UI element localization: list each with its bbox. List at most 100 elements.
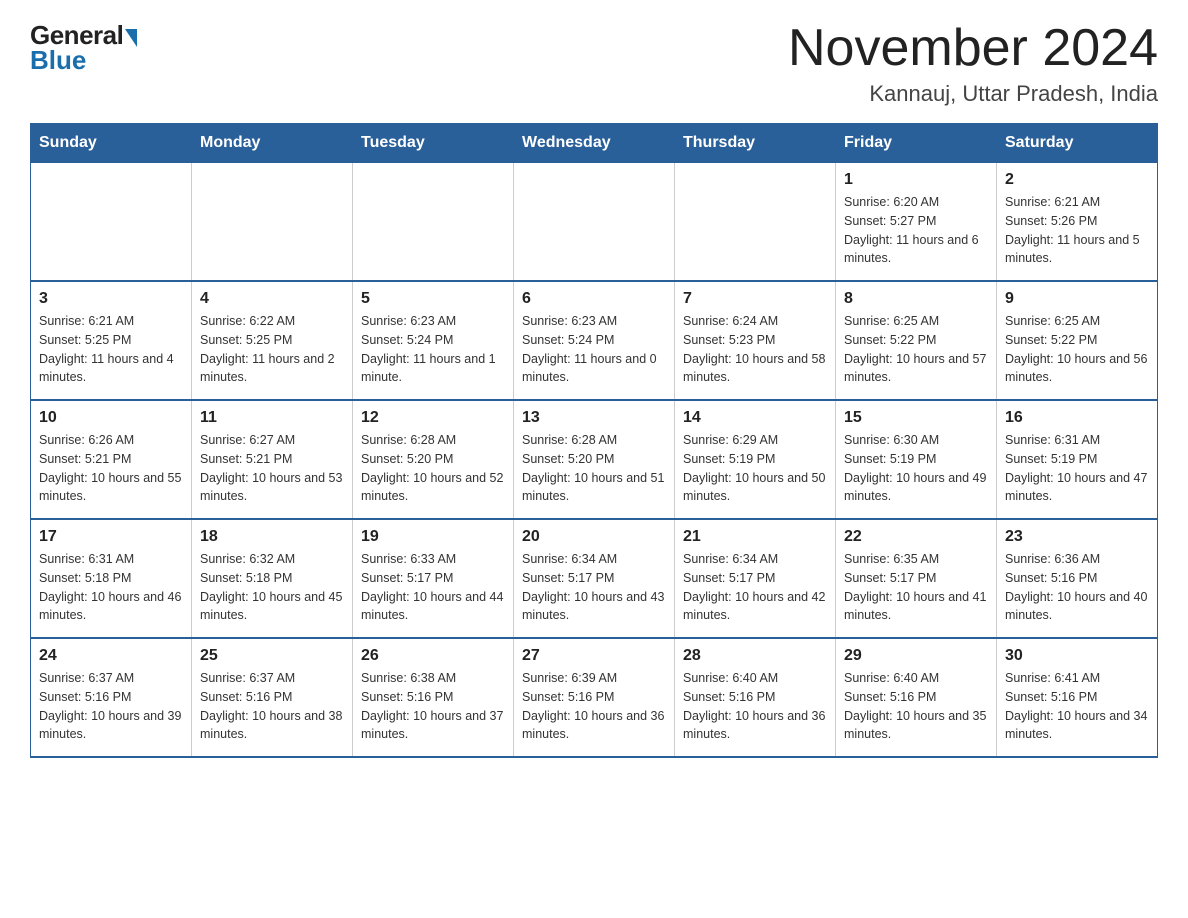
calendar-cell: 25 Sunrise: 6:37 AMSunset: 5:16 PMDayligh… [192, 638, 353, 757]
day-number: 21 [683, 528, 827, 546]
day-info: Sunrise: 6:34 AMSunset: 5:17 PMDaylight:… [683, 550, 827, 625]
calendar-week-row: 10 Sunrise: 6:26 AMSunset: 5:21 PMDayligh… [31, 400, 1158, 519]
calendar-cell: 14 Sunrise: 6:29 AMSunset: 5:19 PMDayligh… [675, 400, 836, 519]
calendar-cell: 1Sunrise: 6:20 AMSunset: 5:27 PMDaylight… [836, 163, 997, 282]
calendar-cell: 26 Sunrise: 6:38 AMSunset: 5:16 PMDayligh… [353, 638, 514, 757]
weekday-header-saturday: Saturday [997, 124, 1158, 163]
logo-blue-text: Blue [30, 45, 86, 76]
weekday-header-monday: Monday [192, 124, 353, 163]
calendar-cell [514, 163, 675, 282]
calendar-cell: 6 Sunrise: 6:23 AMSunset: 5:24 PMDaylight… [514, 281, 675, 400]
calendar-cell: 28Sunrise: 6:40 AMSunset: 5:16 PMDayligh… [675, 638, 836, 757]
day-info: Sunrise: 6:23 AMSunset: 5:24 PMDaylight:… [361, 312, 505, 387]
day-number: 16 [1005, 409, 1149, 427]
calendar-cell: 4 Sunrise: 6:22 AMSunset: 5:25 PMDaylight… [192, 281, 353, 400]
calendar-cell: 23 Sunrise: 6:36 AMSunset: 5:16 PMDayligh… [997, 519, 1158, 638]
day-info: Sunrise: 6:33 AMSunset: 5:17 PMDaylight:… [361, 550, 505, 625]
day-info: Sunrise: 6:25 AMSunset: 5:22 PMDaylight:… [844, 312, 988, 387]
weekday-header-tuesday: Tuesday [353, 124, 514, 163]
day-info: Sunrise: 6:28 AMSunset: 5:20 PMDaylight:… [522, 431, 666, 506]
calendar-cell: 19 Sunrise: 6:33 AMSunset: 5:17 PMDayligh… [353, 519, 514, 638]
day-info: Sunrise: 6:31 AMSunset: 5:18 PMDaylight:… [39, 550, 183, 625]
day-info: Sunrise: 6:28 AMSunset: 5:20 PMDaylight:… [361, 431, 505, 506]
calendar-cell: 16 Sunrise: 6:31 AMSunset: 5:19 PMDayligh… [997, 400, 1158, 519]
day-info: Sunrise: 6:23 AMSunset: 5:24 PMDaylight:… [522, 312, 666, 387]
calendar-cell: 10 Sunrise: 6:26 AMSunset: 5:21 PMDayligh… [31, 400, 192, 519]
logo-arrow-icon [125, 29, 137, 47]
title-area: November 2024 Kannauj, Uttar Pradesh, In… [788, 20, 1158, 107]
day-info: Sunrise: 6:30 AMSunset: 5:19 PMDaylight:… [844, 431, 988, 506]
day-info: Sunrise: 6:21 AMSunset: 5:25 PMDaylight:… [39, 312, 183, 387]
calendar-week-row: 3 Sunrise: 6:21 AMSunset: 5:25 PMDaylight… [31, 281, 1158, 400]
calendar-cell [192, 163, 353, 282]
day-number: 5 [361, 290, 505, 308]
location-subtitle: Kannauj, Uttar Pradesh, India [788, 81, 1158, 107]
day-number: 8 [844, 290, 988, 308]
day-info: Sunrise: 6:31 AMSunset: 5:19 PMDaylight:… [1005, 431, 1149, 506]
header: General Blue November 2024 Kannauj, Utta… [30, 20, 1158, 107]
calendar-cell: 15 Sunrise: 6:30 AMSunset: 5:19 PMDayligh… [836, 400, 997, 519]
calendar-cell: 9Sunrise: 6:25 AMSunset: 5:22 PMDaylight… [997, 281, 1158, 400]
day-info: Sunrise: 6:37 AMSunset: 5:16 PMDaylight:… [200, 669, 344, 744]
day-number: 6 [522, 290, 666, 308]
day-info: Sunrise: 6:36 AMSunset: 5:16 PMDaylight:… [1005, 550, 1149, 625]
day-info: Sunrise: 6:38 AMSunset: 5:16 PMDaylight:… [361, 669, 505, 744]
day-number: 13 [522, 409, 666, 427]
calendar-cell: 21 Sunrise: 6:34 AMSunset: 5:17 PMDayligh… [675, 519, 836, 638]
calendar-cell: 24Sunrise: 6:37 AMSunset: 5:16 PMDayligh… [31, 638, 192, 757]
day-number: 26 [361, 647, 505, 665]
calendar-cell [31, 163, 192, 282]
calendar-cell: 11 Sunrise: 6:27 AMSunset: 5:21 PMDayligh… [192, 400, 353, 519]
weekday-header-thursday: Thursday [675, 124, 836, 163]
day-number: 25 [200, 647, 344, 665]
day-number: 22 [844, 528, 988, 546]
day-number: 14 [683, 409, 827, 427]
day-info: Sunrise: 6:39 AMSunset: 5:16 PMDaylight:… [522, 669, 666, 744]
day-number: 3 [39, 290, 183, 308]
day-number: 12 [361, 409, 505, 427]
calendar-week-row: 1Sunrise: 6:20 AMSunset: 5:27 PMDaylight… [31, 163, 1158, 282]
day-number: 15 [844, 409, 988, 427]
day-number: 11 [200, 409, 344, 427]
day-number: 19 [361, 528, 505, 546]
calendar-cell: 2Sunrise: 6:21 AMSunset: 5:26 PMDaylight… [997, 163, 1158, 282]
day-number: 24 [39, 647, 183, 665]
day-number: 18 [200, 528, 344, 546]
day-info: Sunrise: 6:40 AMSunset: 5:16 PMDaylight:… [683, 669, 827, 744]
logo: General Blue [30, 20, 137, 76]
calendar-cell: 22Sunrise: 6:35 AMSunset: 5:17 PMDayligh… [836, 519, 997, 638]
calendar-week-row: 17Sunrise: 6:31 AMSunset: 5:18 PMDayligh… [31, 519, 1158, 638]
weekday-header-wednesday: Wednesday [514, 124, 675, 163]
calendar-cell: 20Sunrise: 6:34 AMSunset: 5:17 PMDayligh… [514, 519, 675, 638]
calendar-cell: 27Sunrise: 6:39 AMSunset: 5:16 PMDayligh… [514, 638, 675, 757]
day-number: 23 [1005, 528, 1149, 546]
weekday-header-sunday: Sunday [31, 124, 192, 163]
day-info: Sunrise: 6:41 AMSunset: 5:16 PMDaylight:… [1005, 669, 1149, 744]
calendar-cell [675, 163, 836, 282]
day-info: Sunrise: 6:25 AMSunset: 5:22 PMDaylight:… [1005, 312, 1149, 387]
day-number: 4 [200, 290, 344, 308]
calendar-cell [353, 163, 514, 282]
calendar-cell: 13 Sunrise: 6:28 AMSunset: 5:20 PMDayligh… [514, 400, 675, 519]
calendar-cell: 30 Sunrise: 6:41 AMSunset: 5:16 PMDayligh… [997, 638, 1158, 757]
calendar-cell: 17Sunrise: 6:31 AMSunset: 5:18 PMDayligh… [31, 519, 192, 638]
calendar-cell: 7Sunrise: 6:24 AMSunset: 5:23 PMDaylight… [675, 281, 836, 400]
calendar-cell: 5 Sunrise: 6:23 AMSunset: 5:24 PMDaylight… [353, 281, 514, 400]
day-info: Sunrise: 6:29 AMSunset: 5:19 PMDaylight:… [683, 431, 827, 506]
day-info: Sunrise: 6:21 AMSunset: 5:26 PMDaylight:… [1005, 193, 1149, 268]
calendar-cell: 12 Sunrise: 6:28 AMSunset: 5:20 PMDayligh… [353, 400, 514, 519]
day-number: 10 [39, 409, 183, 427]
calendar-cell: 29Sunrise: 6:40 AMSunset: 5:16 PMDayligh… [836, 638, 997, 757]
calendar-week-row: 24 Sunrise: 6:37 AMSunset: 5:16 PMDayligh… [31, 638, 1158, 757]
calendar-cell: 18 Sunrise: 6:32 AMSunset: 5:18 PMDayligh… [192, 519, 353, 638]
calendar-cell: 3 Sunrise: 6:21 AMSunset: 5:25 PMDaylight… [31, 281, 192, 400]
day-info: Sunrise: 6:26 AMSunset: 5:21 PMDaylight:… [39, 431, 183, 506]
day-info: Sunrise: 6:27 AMSunset: 5:21 PMDaylight:… [200, 431, 344, 506]
weekday-header-friday: Friday [836, 124, 997, 163]
calendar-table: SundayMondayTuesdayWednesdayThursdayFrid… [30, 123, 1158, 758]
day-info: Sunrise: 6:22 AMSunset: 5:25 PMDaylight:… [200, 312, 344, 387]
month-year-title: November 2024 [788, 20, 1158, 77]
day-info: Sunrise: 6:32 AMSunset: 5:18 PMDaylight:… [200, 550, 344, 625]
day-number: 30 [1005, 647, 1149, 665]
day-info: Sunrise: 6:20 AMSunset: 5:27 PMDaylight:… [844, 193, 988, 268]
